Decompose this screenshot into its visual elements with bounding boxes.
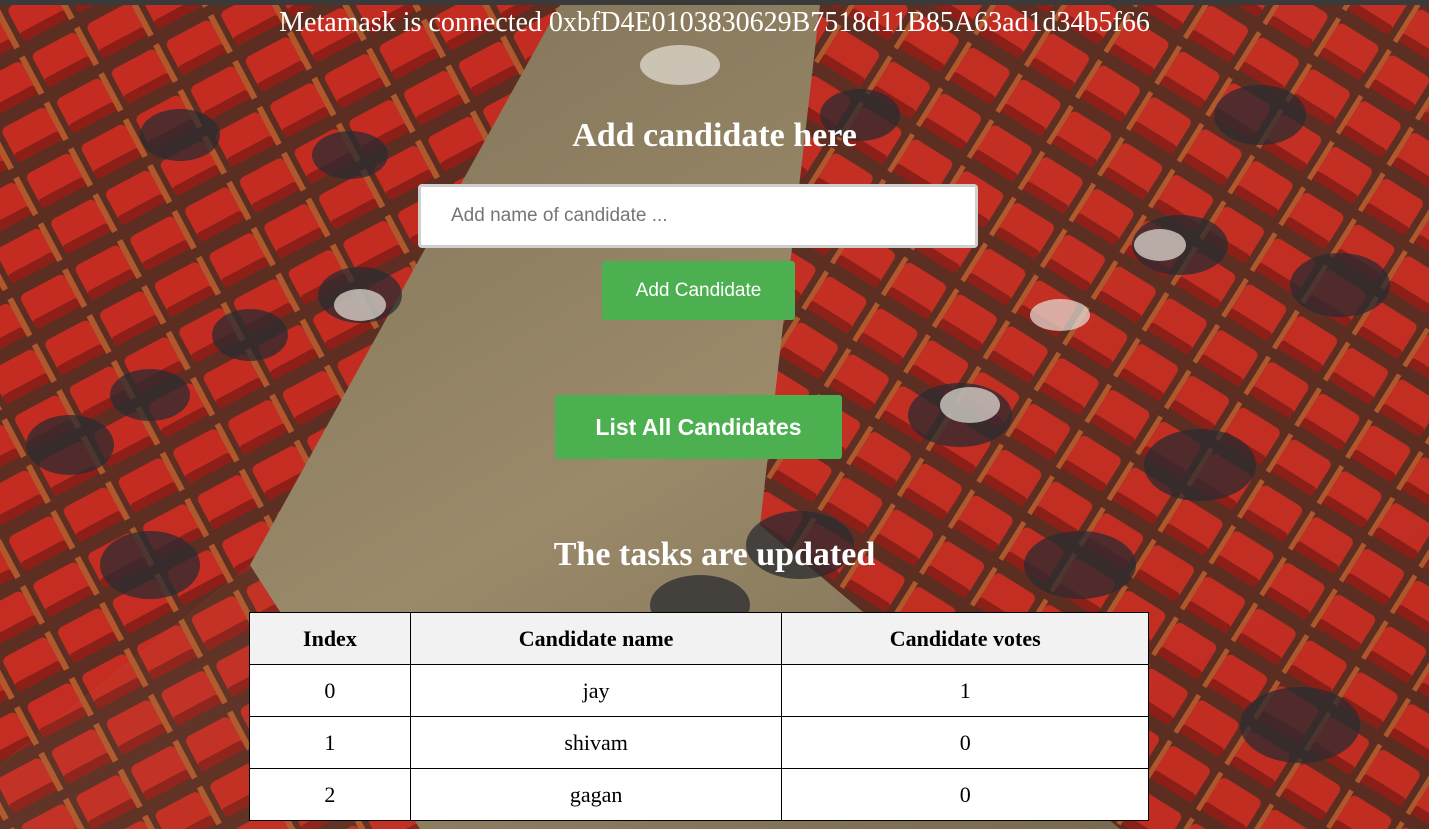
cell-candidate-name: jay — [409, 664, 783, 717]
cell-candidate-votes: 0 — [781, 768, 1149, 821]
metamask-connection-status: Metamask is connected 0xbfD4E0103830629B… — [279, 7, 1150, 38]
cell-index: 0 — [249, 664, 411, 717]
table-row: 2 gagan 0 — [249, 768, 1149, 821]
cell-candidate-votes: 0 — [781, 716, 1149, 769]
add-candidate-button[interactable]: Add Candidate — [602, 261, 795, 320]
cell-index: 1 — [249, 716, 411, 769]
cell-candidate-name: gagan — [409, 768, 783, 821]
cell-candidate-votes: 1 — [781, 664, 1149, 717]
cell-candidate-name: shivam — [409, 716, 783, 769]
candidate-name-input[interactable] — [418, 184, 978, 248]
results-heading: The tasks are updated — [553, 536, 876, 573]
table-row: 1 shivam 0 — [249, 716, 1149, 769]
table-row: 0 jay 1 — [249, 664, 1149, 717]
cell-index: 2 — [249, 768, 411, 821]
list-all-candidates-button[interactable]: List All Candidates — [555, 395, 842, 459]
add-candidate-heading: Add candidate here — [572, 117, 857, 154]
candidates-table: Index Candidate name Candidate votes 0 j… — [249, 612, 1149, 821]
table-header-row: Index Candidate name Candidate votes — [249, 612, 1149, 665]
column-header-candidate-votes: Candidate votes — [781, 612, 1149, 665]
column-header-index: Index — [249, 612, 411, 665]
column-header-candidate-name: Candidate name — [409, 612, 783, 665]
